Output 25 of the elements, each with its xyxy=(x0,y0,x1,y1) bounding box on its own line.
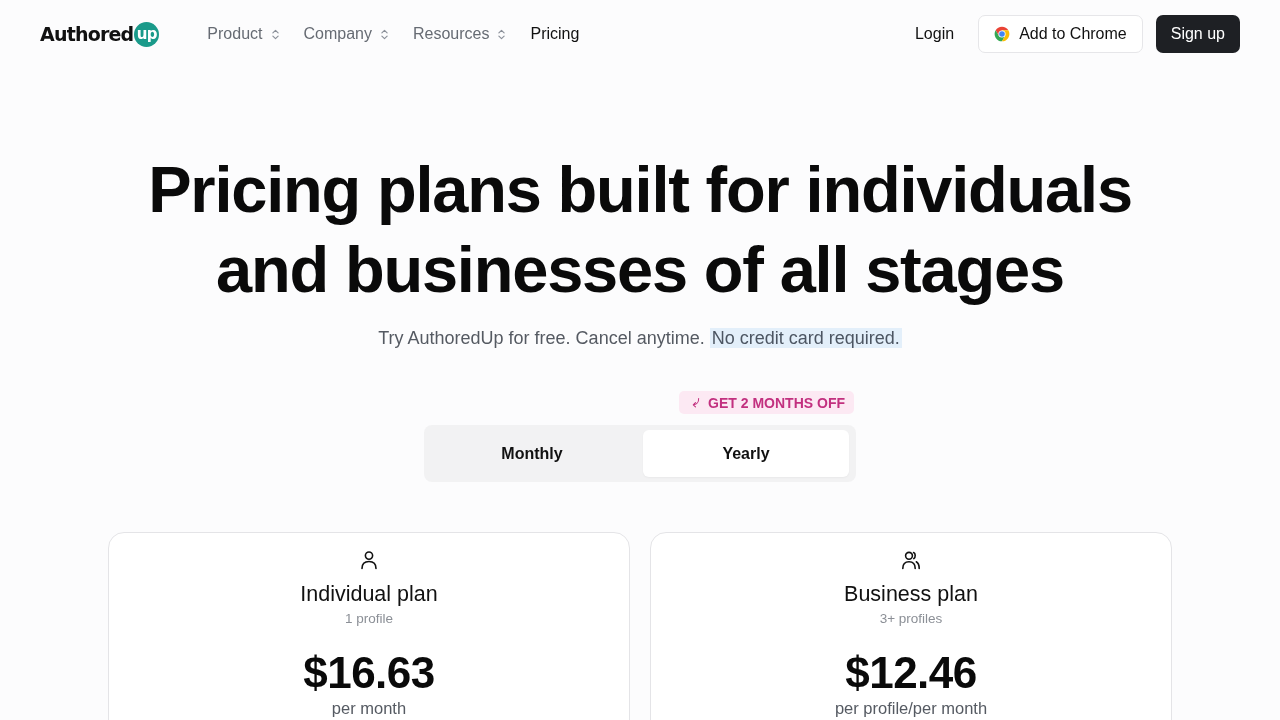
billing-tab[interactable]: Yearly xyxy=(643,430,849,477)
curved-arrow-icon xyxy=(691,397,701,408)
plan-seats: 1 profile xyxy=(345,610,393,628)
person-icon xyxy=(359,550,379,570)
promo-badge: GET 2 MONTHS OFF xyxy=(679,391,854,414)
login-link[interactable]: Login xyxy=(914,25,955,43)
price-period: per profile/per month xyxy=(834,698,988,718)
two-people-icon xyxy=(901,550,921,570)
price-period: per month xyxy=(331,698,407,718)
subtitle: Try AuthoredUp for free. Cancel anytime. No credit card required. xyxy=(377,327,903,350)
plan-price: $12.46 xyxy=(845,648,977,698)
plan-name: Individual plan xyxy=(300,581,438,608)
nav-link[interactable]: Resources xyxy=(413,25,506,43)
nav-link[interactable]: Pricing xyxy=(530,25,580,43)
plan-price: $16.63 xyxy=(303,648,435,698)
plan-seats: 3+ profiles xyxy=(879,610,943,628)
add-to-chrome-button[interactable]: Add to Chrome xyxy=(978,15,1143,53)
page-heading: Pricing plans built for individuals and businesses of all stages xyxy=(147,152,1133,308)
sign-up-button[interactable]: Sign up xyxy=(1155,15,1240,53)
plan-name: Business plan xyxy=(844,581,978,608)
chrome-icon xyxy=(994,26,1011,42)
nav-link[interactable]: Product xyxy=(207,25,279,43)
logo[interactable]: Authored up xyxy=(40,21,160,47)
billing-tab[interactable]: Monthly xyxy=(429,430,635,477)
nav-link[interactable]: Company xyxy=(303,25,388,43)
